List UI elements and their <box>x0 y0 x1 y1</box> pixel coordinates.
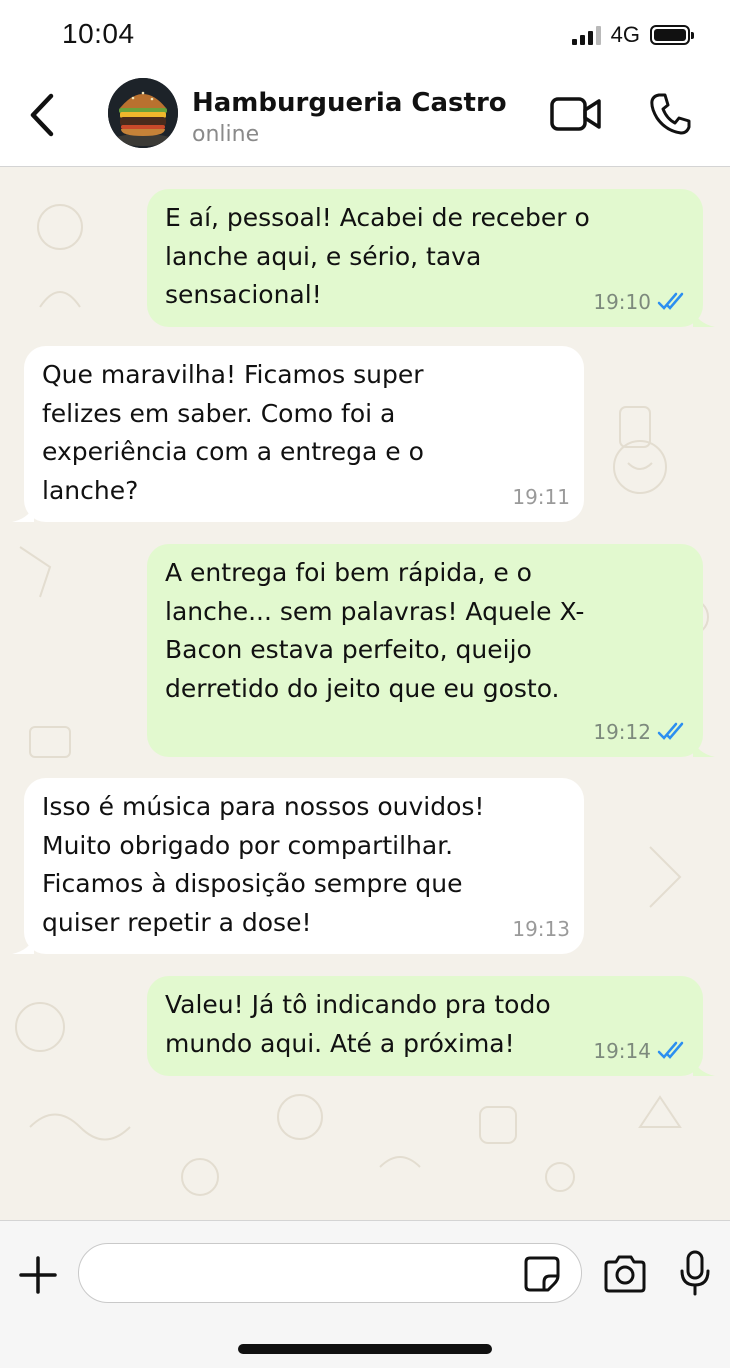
bubble-tail <box>12 504 34 522</box>
contact-name[interactable]: Hamburgueria Castro <box>192 88 507 118</box>
microphone-button[interactable] <box>678 1249 712 1297</box>
message-bubble-incoming[interactable]: Isso é música para nossos ouvidos! Muito… <box>12 778 584 954</box>
message-bubble-outgoing[interactable]: E aí, pessoal! Acabei de receber o lanch… <box>147 189 715 327</box>
message-time: 19:14 <box>593 1038 651 1063</box>
status-bar: 10:04 4G <box>0 0 730 70</box>
bubble-tail <box>12 936 34 954</box>
message-time: 19:10 <box>593 289 651 314</box>
bubble-tail <box>693 739 715 757</box>
video-call-icon <box>550 97 601 131</box>
plus-icon <box>19 1256 57 1294</box>
message-meta: 19:12 <box>593 713 689 752</box>
attach-button[interactable] <box>18 1255 58 1295</box>
back-button[interactable] <box>22 90 62 140</box>
message-meta: 19:11 <box>512 478 570 517</box>
chat-header: Hamburgueria Castro online <box>0 70 730 167</box>
home-indicator[interactable] <box>238 1344 492 1354</box>
video-call-button[interactable] <box>549 94 603 134</box>
message-time: 19:13 <box>512 916 570 941</box>
message-time: 19:11 <box>512 484 570 509</box>
contact-avatar[interactable] <box>108 78 178 148</box>
message-meta: 19:13 <box>512 910 570 949</box>
sticker-button[interactable] <box>522 1254 562 1294</box>
battery-icon <box>650 25 694 45</box>
phone-icon <box>650 93 691 135</box>
status-time: 10:04 <box>62 18 135 49</box>
message-text: A entrega foi bem rápida, e o lanche... … <box>165 558 585 703</box>
message-text: Isso é música para nossos ouvidos! Muito… <box>42 792 485 937</box>
double-check-read-icon <box>657 292 684 310</box>
message-time: 19:12 <box>593 719 651 744</box>
burger-image <box>108 78 178 148</box>
double-check-read-icon <box>657 1041 684 1059</box>
message-input[interactable] <box>78 1243 582 1303</box>
chat-area[interactable]: E aí, pessoal! Acabei de receber o lanch… <box>0 167 730 1220</box>
camera-icon <box>604 1255 646 1293</box>
microphone-icon <box>680 1250 710 1296</box>
message-meta: 19:14 <box>593 1032 689 1071</box>
sticker-icon <box>524 1256 560 1292</box>
voice-call-button[interactable] <box>646 90 694 138</box>
contact-status: online <box>192 122 260 147</box>
message-text: Que maravilha! Ficamos super felizes em … <box>42 360 424 505</box>
signal-strength-icon <box>571 25 601 45</box>
bubble-tail <box>693 309 715 327</box>
network-type: 4G <box>610 22 640 47</box>
back-chevron-icon <box>30 93 54 137</box>
message-bubble-outgoing[interactable]: A entrega foi bem rápida, e o lanche... … <box>147 544 715 757</box>
message-meta: 19:10 <box>593 283 689 322</box>
camera-button[interactable] <box>602 1253 648 1295</box>
message-bubble-incoming[interactable]: Que maravilha! Ficamos super felizes em … <box>12 346 584 522</box>
message-bubble-outgoing[interactable]: Valeu! Já tô indicando pra todo mundo aq… <box>147 976 715 1076</box>
bubble-tail <box>693 1058 715 1076</box>
status-indicators: 4G <box>571 22 694 48</box>
double-check-read-icon <box>657 722 684 740</box>
